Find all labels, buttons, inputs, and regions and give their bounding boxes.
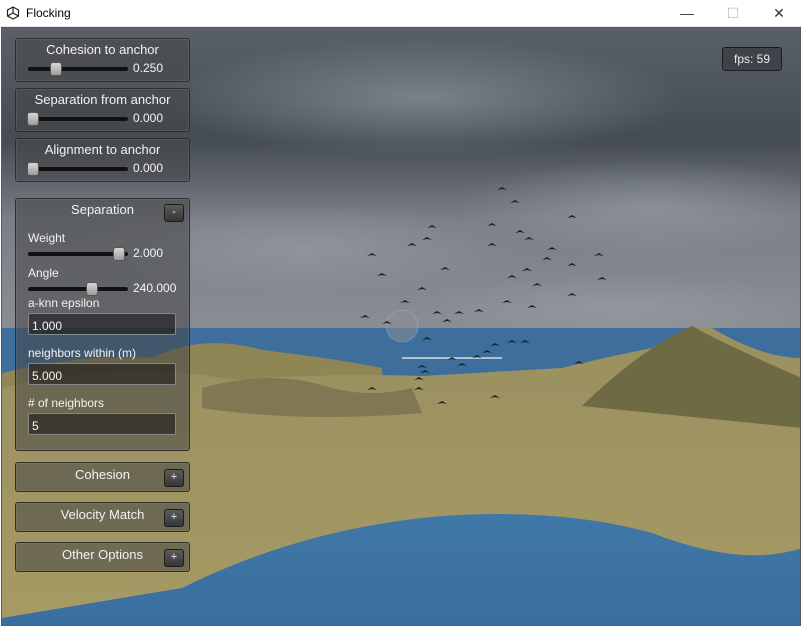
other-options-expand-button[interactable]: + [164, 549, 184, 567]
separation-from-anchor-label: Separation from anchor [34, 92, 171, 107]
minimize-button[interactable]: — [664, 0, 710, 26]
cohesion-to-anchor-slider[interactable] [28, 62, 128, 76]
cohesion-expand-button[interactable]: + [164, 469, 184, 487]
close-button[interactable]: ✕ [756, 0, 802, 26]
angle-value: 240.000 [133, 281, 177, 295]
angle-label: Angle [28, 266, 59, 280]
minimize-icon: — [680, 5, 694, 21]
num-neighbors-label: # of neighbors [28, 396, 105, 410]
epsilon-label: a-knn epsilon [28, 296, 100, 310]
unity-icon [6, 6, 20, 20]
cohesion-to-anchor-value: 0.250 [133, 61, 164, 75]
velocity-match-expand-button[interactable]: + [164, 509, 184, 527]
separation-from-anchor-slider[interactable] [27, 112, 128, 126]
num-neighbors-input[interactable] [28, 413, 176, 435]
separation-from-anchor-value: 0.000 [133, 111, 164, 125]
neighbors-within-input[interactable] [28, 363, 176, 385]
other-options-panel[interactable]: Other Options + [15, 542, 190, 572]
slider-thumb[interactable] [27, 162, 39, 176]
maximize-button[interactable]: ☐ [710, 0, 756, 26]
angle-slider[interactable] [28, 282, 128, 296]
separation-panel: Separation - Weight 2.000 Angle 240.000 … [15, 198, 190, 451]
slider-thumb[interactable] [27, 112, 39, 126]
fps-counter: fps: 59 [722, 47, 782, 71]
game-viewport[interactable]: Cohesion to anchor 0.250 Separation from… [1, 27, 801, 626]
title-bar[interactable]: Flocking — ☐ ✕ [0, 0, 802, 27]
slider-thumb[interactable] [113, 247, 125, 261]
slider-thumb[interactable] [50, 62, 62, 76]
cohesion-panel[interactable]: Cohesion + [15, 462, 190, 492]
alignment-to-anchor-value: 0.000 [133, 161, 164, 175]
weight-label: Weight [28, 231, 66, 245]
weight-slider[interactable] [28, 247, 128, 261]
velocity-match-panel[interactable]: Velocity Match + [15, 502, 190, 532]
cohesion-to-anchor-panel: Cohesion to anchor 0.250 [15, 38, 190, 82]
alignment-to-anchor-slider[interactable] [27, 162, 128, 176]
separation-collapse-button[interactable]: - [164, 204, 184, 222]
slider-thumb[interactable] [86, 282, 98, 296]
epsilon-input[interactable] [28, 313, 176, 335]
maximize-icon: ☐ [726, 4, 740, 21]
close-icon: ✕ [773, 4, 785, 21]
alignment-to-anchor-label: Alignment to anchor [44, 142, 161, 157]
window-title: Flocking [26, 6, 71, 20]
cohesion-to-anchor-label: Cohesion to anchor [46, 42, 159, 57]
alignment-to-anchor-panel: Alignment to anchor 0.000 [15, 138, 190, 182]
weight-value: 2.000 [133, 246, 164, 260]
separation-from-anchor-panel: Separation from anchor 0.000 [15, 88, 190, 132]
neighbors-within-label: neighbors within (m) [28, 346, 137, 360]
